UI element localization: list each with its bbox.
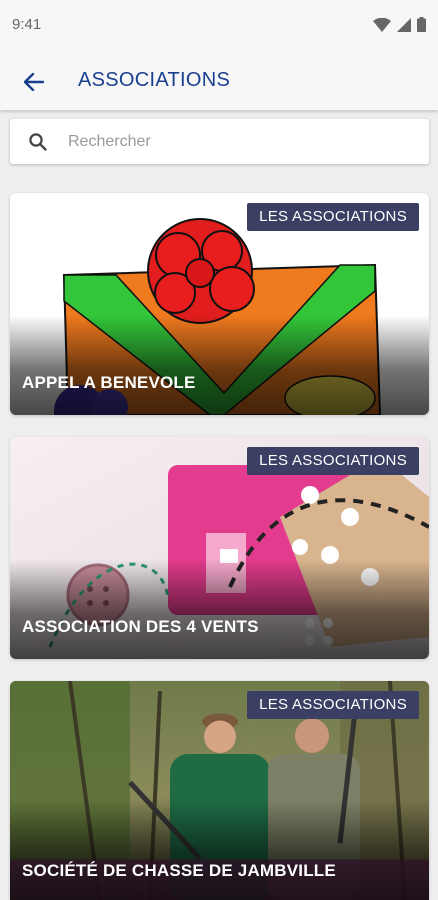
- cellular-signal-icon: [397, 17, 411, 32]
- back-button[interactable]: [14, 64, 54, 100]
- page-title: ASSOCIATIONS: [78, 69, 231, 91]
- app-bar: ASSOCIATIONS: [0, 52, 438, 110]
- association-card[interactable]: LES ASSOCIATIONS SOCIÉTÉ DE CHASSE DE JA…: [10, 681, 429, 900]
- wifi-icon: [373, 17, 391, 32]
- association-name: APPEL A BENEVOLE: [22, 373, 196, 392]
- status-time: 9:41: [12, 16, 42, 33]
- card-overlay: [10, 559, 429, 659]
- arrow-left-icon: [24, 73, 44, 91]
- category-badge: LES ASSOCIATIONS: [247, 203, 419, 231]
- search-icon: [29, 133, 47, 151]
- association-card[interactable]: LES ASSOCIATIONS APPEL A BENEVOLE: [10, 193, 429, 415]
- battery-icon: [417, 17, 426, 32]
- status-icons: [373, 17, 426, 32]
- card-overlay: [10, 315, 429, 415]
- category-badge: LES ASSOCIATIONS: [247, 691, 419, 719]
- search-input[interactable]: [68, 127, 408, 157]
- association-name: SOCIÉTÉ DE CHASSE DE JAMBVILLE: [22, 861, 336, 880]
- status-bar: 9:41: [0, 0, 438, 52]
- search-bar: [10, 119, 429, 164]
- category-badge: LES ASSOCIATIONS: [247, 447, 419, 475]
- association-card[interactable]: LES ASSOCIATIONS ASSOCIATION DES 4 VENTS: [10, 437, 429, 659]
- card-overlay: [10, 800, 429, 900]
- association-name: ASSOCIATION DES 4 VENTS: [22, 617, 259, 636]
